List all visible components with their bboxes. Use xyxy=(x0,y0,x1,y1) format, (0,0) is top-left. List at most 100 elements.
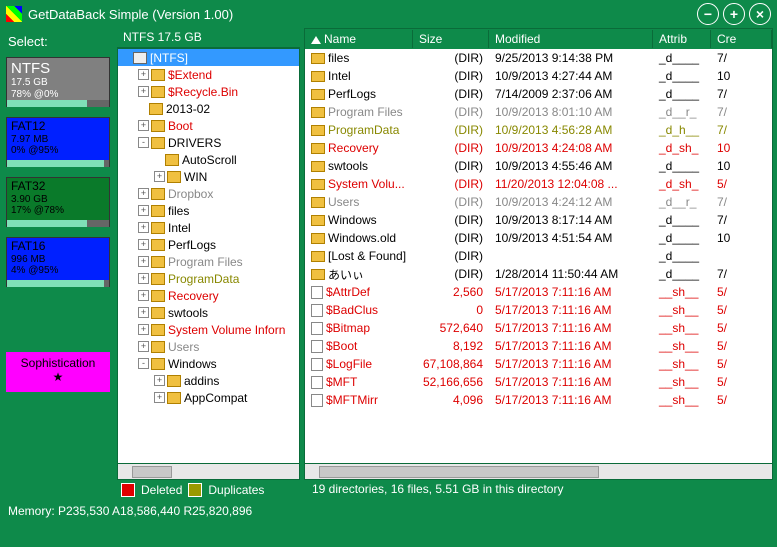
tree-item[interactable]: +Recovery xyxy=(118,287,299,304)
file-row[interactable]: System Volu...(DIR)11/20/2013 12:04:08 .… xyxy=(305,175,772,193)
tree-item[interactable]: -Windows xyxy=(118,355,299,372)
tree-item[interactable]: +swtools xyxy=(118,304,299,321)
sophistication-button[interactable]: Sophistication ★ xyxy=(6,352,110,392)
tree-label: addins xyxy=(184,374,219,388)
volume-fat32[interactable]: FAT323.90 GB17% @78% xyxy=(6,177,110,227)
tree-item[interactable]: +Users xyxy=(118,338,299,355)
list-hscrollbar[interactable] xyxy=(304,464,773,480)
folder-icon xyxy=(151,137,165,149)
file-row[interactable]: swtools(DIR)10/9/2013 4:55:46 AM_d____10 xyxy=(305,157,772,175)
tree-item[interactable]: 2013-02 xyxy=(118,100,299,117)
expand-icon[interactable]: - xyxy=(138,358,149,369)
file-row[interactable]: Users(DIR)10/9/2013 4:24:12 AM_d__r_7/ xyxy=(305,193,772,211)
file-size: 67,108,864 xyxy=(413,357,489,371)
expand-icon[interactable]: + xyxy=(138,273,149,284)
tree-item[interactable]: + addins xyxy=(118,372,299,389)
expand-icon[interactable]: + xyxy=(138,222,149,233)
file-row[interactable]: files(DIR)9/25/2013 9:14:38 PM_d____7/ xyxy=(305,49,772,67)
col-created[interactable]: Cre xyxy=(711,30,772,48)
file-created: 5/ xyxy=(711,285,772,299)
tree-item[interactable]: +Boot xyxy=(118,117,299,134)
statusbar: Memory: P235,530 A18,586,440 R25,820,896 xyxy=(0,500,777,522)
file-row[interactable]: Recovery(DIR)10/9/2013 4:24:08 AM_d_sh_1… xyxy=(305,139,772,157)
expand-icon[interactable]: + xyxy=(154,392,165,403)
tree-item[interactable]: +ProgramData xyxy=(118,270,299,287)
tree-item[interactable]: [NTFS] xyxy=(118,49,299,66)
volume-ntfs[interactable]: NTFS17.5 GB78% @0% xyxy=(6,57,110,107)
folder-icon xyxy=(311,251,325,262)
file-row[interactable]: $AttrDef2,5605/17/2013 7:11:16 AM__sh__5… xyxy=(305,283,772,301)
file-row[interactable]: $BadClus05/17/2013 7:11:16 AM__sh__5/ xyxy=(305,301,772,319)
file-row[interactable]: PerfLogs(DIR)7/14/2009 2:37:06 AM_d____7… xyxy=(305,85,772,103)
col-name[interactable]: Name xyxy=(305,30,413,48)
minimize-button[interactable]: − xyxy=(697,3,719,25)
expand-icon[interactable]: + xyxy=(138,188,149,199)
col-modified[interactable]: Modified xyxy=(489,30,653,48)
expand-icon[interactable]: - xyxy=(138,137,149,148)
folder-icon xyxy=(151,239,165,251)
file-row[interactable]: Windows.old(DIR)10/9/2013 4:51:54 AM_d__… xyxy=(305,229,772,247)
tree-item[interactable]: +Intel xyxy=(118,219,299,236)
expand-icon[interactable]: + xyxy=(138,69,149,80)
close-button[interactable]: × xyxy=(749,3,771,25)
folder-icon xyxy=(311,125,325,136)
directory-status: 19 directories, 16 files, 5.51 GB in thi… xyxy=(304,480,773,500)
file-modified: 5/17/2013 7:11:16 AM xyxy=(489,357,653,371)
volume-panel: Select: NTFS17.5 GB78% @0%FAT127.97 MB0%… xyxy=(4,28,117,500)
file-row[interactable]: $MFTMirr4,0965/17/2013 7:11:16 AM__sh__5… xyxy=(305,391,772,409)
tree-item[interactable]: +AppCompat xyxy=(118,389,299,406)
file-row[interactable]: あいぃ(DIR)1/28/2014 11:50:44 AM_d____7/ xyxy=(305,265,772,283)
col-attrib[interactable]: Attrib xyxy=(653,30,711,48)
tree-item[interactable]: +WIN xyxy=(118,168,299,185)
expand-icon[interactable]: + xyxy=(154,375,165,386)
tree-item[interactable]: +PerfLogs xyxy=(118,236,299,253)
expand-icon[interactable]: + xyxy=(138,256,149,267)
duplicates-swatch xyxy=(188,483,202,497)
file-row[interactable]: $Boot8,1925/17/2013 7:11:16 AM__sh__5/ xyxy=(305,337,772,355)
file-created: 5/ xyxy=(711,357,772,371)
maximize-button[interactable]: + xyxy=(723,3,745,25)
expand-icon[interactable]: + xyxy=(138,341,149,352)
column-headers[interactable]: Name Size Modified Attrib Cre xyxy=(305,29,772,49)
expand-icon[interactable]: + xyxy=(138,86,149,97)
folder-icon xyxy=(311,269,325,280)
file-list[interactable]: Name Size Modified Attrib Cre files(DIR)… xyxy=(304,28,773,464)
file-size: (DIR) xyxy=(413,213,489,227)
volume-fat12[interactable]: FAT127.97 MB0% @95% xyxy=(6,117,110,167)
tree-item[interactable]: +System Volume Inforn xyxy=(118,321,299,338)
expand-icon[interactable]: + xyxy=(138,307,149,318)
file-row[interactable]: Windows(DIR)10/9/2013 8:17:14 AM_d____7/ xyxy=(305,211,772,229)
expand-icon[interactable]: + xyxy=(138,239,149,250)
file-name: $MFTMirr xyxy=(326,393,378,407)
tree-label: Program Files xyxy=(168,255,243,269)
memory-status: Memory: P235,530 A18,586,440 R25,820,896 xyxy=(8,504,252,518)
expand-icon[interactable]: + xyxy=(138,120,149,131)
tree-item[interactable]: + Program Files xyxy=(118,253,299,270)
file-attrib: _d_sh_ xyxy=(653,141,711,155)
tree-item[interactable]: -DRIVERS xyxy=(118,134,299,151)
volume-fat16[interactable]: FAT16996 MB4% @95% xyxy=(6,237,110,287)
expand-icon[interactable]: + xyxy=(138,290,149,301)
tree-item[interactable]: +Dropbox xyxy=(118,185,299,202)
folder-icon xyxy=(311,143,325,154)
file-modified: 10/9/2013 4:51:54 AM xyxy=(489,231,653,245)
file-created: 7/ xyxy=(711,267,772,281)
expand-icon[interactable]: + xyxy=(138,205,149,216)
file-row[interactable]: $MFT52,166,6565/17/2013 7:11:16 AM__sh__… xyxy=(305,373,772,391)
file-name: $LogFile xyxy=(326,357,372,371)
file-row[interactable]: $Bitmap572,6405/17/2013 7:11:16 AM__sh__… xyxy=(305,319,772,337)
file-row[interactable]: Intel(DIR)10/9/2013 4:27:44 AM_d____10 xyxy=(305,67,772,85)
expand-icon[interactable]: + xyxy=(138,324,149,335)
tree-item[interactable]: +files xyxy=(118,202,299,219)
file-row[interactable]: ProgramData(DIR)10/9/2013 4:56:28 AM_d_h… xyxy=(305,121,772,139)
folder-tree[interactable]: [NTFS]+$Extend+$Recycle.Bin2013-02+Boot-… xyxy=(117,48,300,464)
file-row[interactable]: [Lost & Found](DIR)_d____ xyxy=(305,247,772,265)
tree-item[interactable]: AutoScroll xyxy=(118,151,299,168)
file-row[interactable]: $LogFile67,108,8645/17/2013 7:11:16 AM__… xyxy=(305,355,772,373)
tree-item[interactable]: +$Extend xyxy=(118,66,299,83)
tree-hscrollbar[interactable] xyxy=(117,464,300,480)
tree-item[interactable]: +$Recycle.Bin xyxy=(118,83,299,100)
col-size[interactable]: Size xyxy=(413,30,489,48)
file-row[interactable]: Program Files(DIR)10/9/2013 8:01:10 AM_d… xyxy=(305,103,772,121)
expand-icon[interactable]: + xyxy=(154,171,165,182)
